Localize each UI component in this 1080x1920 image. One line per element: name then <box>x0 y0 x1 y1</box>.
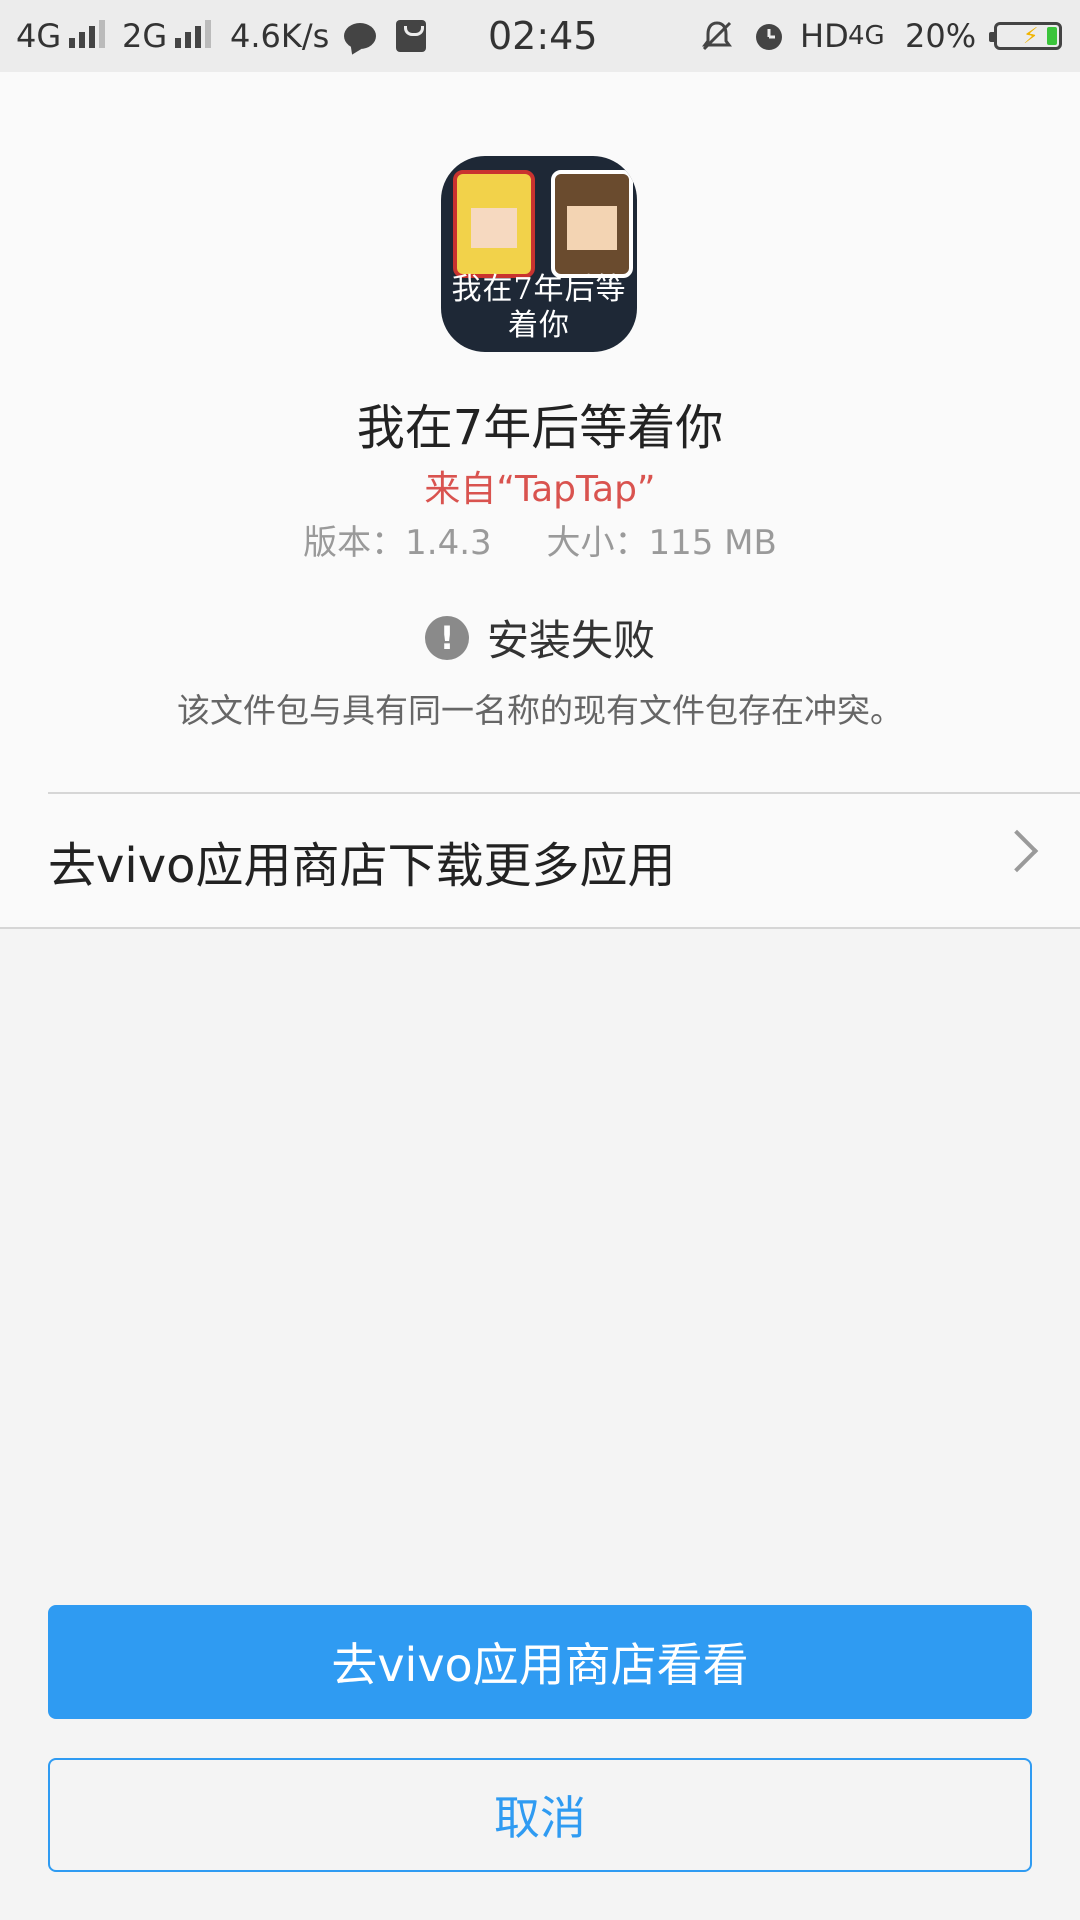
signal-icon <box>69 20 106 48</box>
app-icon: 我在7年后等着你 <box>441 156 637 352</box>
network-speed: 4.6K/s <box>230 17 330 55</box>
store-link-label: 去vivo应用商店下载更多应用 <box>48 837 676 894</box>
bell-off-icon <box>700 16 734 56</box>
app-icon-text: 我在7年后等着你 <box>451 272 627 343</box>
install-status: ! 安装失败 <box>0 607 1080 668</box>
network-type-2: 2G <box>122 17 168 55</box>
install-error-message: 该文件包与具有同一名称的现有文件包存在冲突。 <box>177 691 903 730</box>
chevron-right-icon <box>995 829 1039 873</box>
open-store-button[interactable]: 去vivo应用商店看看 <box>48 1605 1032 1719</box>
bag-icon <box>396 16 426 56</box>
character-boy-icon <box>551 170 633 278</box>
network-type-1: 4G <box>16 17 62 55</box>
network-type-3: 4G <box>848 21 885 51</box>
cancel-button[interactable]: 取消 <box>48 1758 1032 1872</box>
app-info-card: 我在7年后等着你 我在7年后等着你 来自“TapTap” 版本：1.4.3 大小… <box>0 72 1080 929</box>
install-status-text: 安装失败 <box>486 616 655 665</box>
app-title: 我在7年后等着你 <box>356 400 724 456</box>
chat-icon <box>344 16 376 56</box>
signal-group-1: 4G <box>16 16 106 56</box>
battery-percent: 20% <box>905 17 977 55</box>
alarm-icon <box>752 16 786 56</box>
warning-icon: ! <box>424 615 469 660</box>
character-girl-icon <box>453 170 535 278</box>
battery-icon: ⚡ <box>989 16 1062 56</box>
store-link-row[interactable]: 去vivo应用商店下载更多应用 <box>0 794 1080 927</box>
hd-label: HD <box>800 17 849 55</box>
app-source: 来自“TapTap” <box>424 469 656 510</box>
app-meta: 版本：1.4.3 大小：115 MB <box>0 515 1080 564</box>
clock: 02:45 <box>488 14 598 58</box>
app-size: 大小：115 MB <box>546 523 777 563</box>
app-version: 版本：1.4.3 <box>303 523 492 563</box>
signal-group-2: 2G <box>122 16 212 56</box>
status-bar: 4G 2G 4.6K/s 02:45 HD 4G 20% ⚡ <box>0 0 1080 72</box>
signal-icon <box>175 20 212 48</box>
